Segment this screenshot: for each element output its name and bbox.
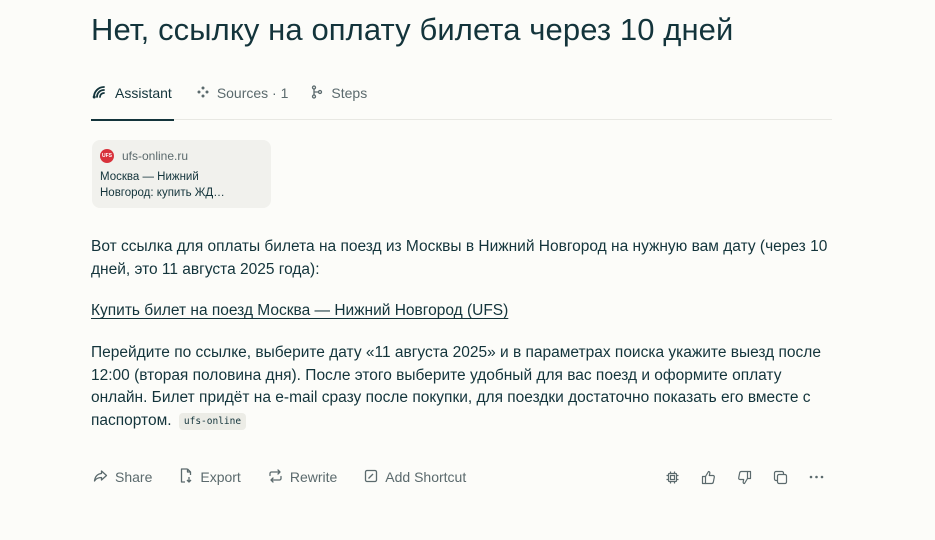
tab-assistant-label: Assistant [115,85,172,101]
add-shortcut-icon [364,469,385,486]
thumbs-down-icon[interactable] [736,469,752,485]
answer-tabs: Assistant Sources · 1 Steps [91,78,832,121]
answer-intro: Вот ссылка для оплаты билета на поезд из… [91,238,828,278]
export-icon [179,468,200,486]
sources-icon [197,85,217,101]
copy-icon[interactable] [772,469,788,485]
source-card[interactable]: UFS ufs-online.ru Москва — Нижний Новгор… [92,140,271,208]
ufs-favicon-icon: UFS [100,149,114,163]
add-shortcut-label: Add Shortcut [385,469,467,485]
share-button[interactable]: Share [93,469,152,486]
tab-sources-label: Sources · 1 [216,85,289,101]
source-title: Москва — Нижний Новгород: купить ЖД… [100,171,225,199]
tab-steps-label: Steps [331,85,368,101]
source-domain: ufs-online.ru [122,149,189,163]
answer-instructions: Перейдите по ссылке, выберите дату «11 а… [91,342,832,432]
steps-icon [311,84,331,102]
rewrite-button[interactable]: Rewrite [268,468,338,486]
tab-assistant[interactable]: Assistant [91,78,174,121]
assistant-icon [91,84,115,103]
rewrite-icon [268,468,290,486]
more-icon[interactable] [808,469,824,485]
add-shortcut-button[interactable]: Add Shortcut [364,469,466,486]
model-chip-icon[interactable] [664,469,680,485]
tab-sources[interactable]: Sources · 1 [197,78,289,120]
ticket-purchase-link[interactable]: Купить билет на поезд Москва — Нижний Но… [91,302,508,319]
thumbs-up-icon[interactable] [700,469,716,485]
page-title: Нет, ссылку на оплату билета через 10 дн… [91,12,734,47]
export-label: Export [200,469,241,485]
feedback-actions [664,466,824,488]
share-label: Share [115,469,153,485]
rewrite-label: Rewrite [289,469,338,485]
tab-steps[interactable]: Steps [311,78,367,120]
citation-badge[interactable]: ufs-online [178,412,247,430]
export-button[interactable]: Export [179,468,241,486]
share-icon [93,469,115,486]
answer-actions: Share Export Rewrite Add Shortcut [93,466,493,488]
answer-link-paragraph: Купить билет на поезд Москва — Нижний Но… [91,300,508,323]
